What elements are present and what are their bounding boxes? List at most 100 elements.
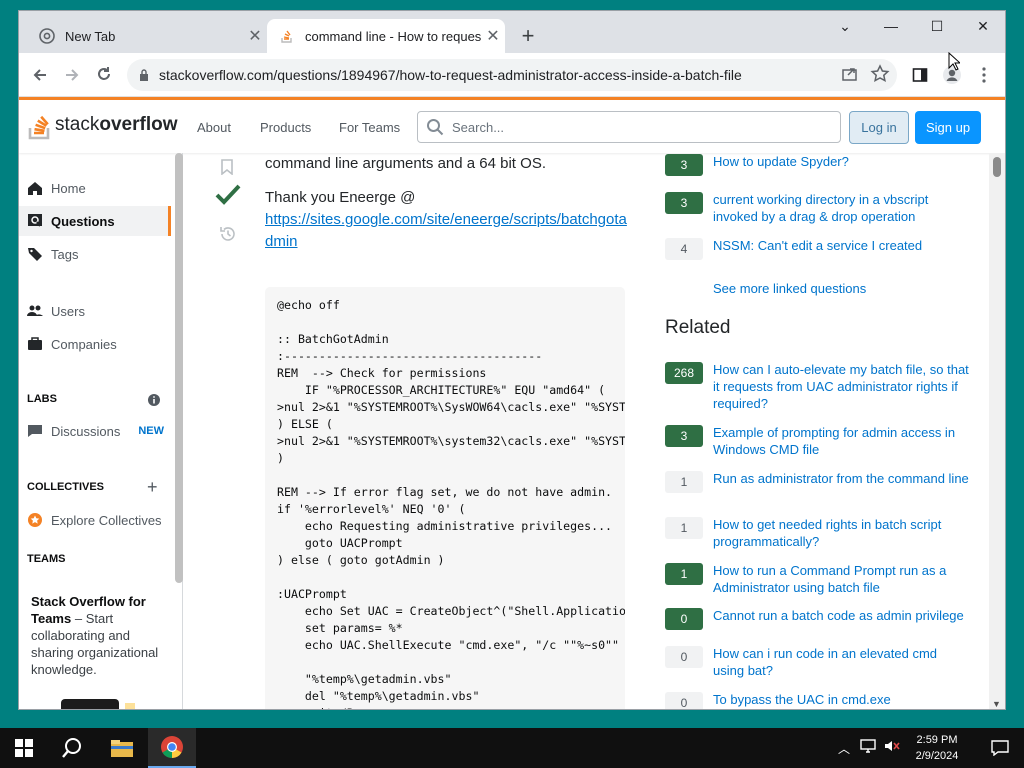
related-question-title[interactable]: How can i run code in an elevated cmd us… [713,645,969,679]
sidebar-item-label: Home [51,180,86,196]
sidebar-item-label: Companies [51,336,117,352]
sidebar-item-companies[interactable]: Companies [19,329,171,359]
home-icon [27,180,43,196]
related-heading: Related [665,317,731,338]
tray-chevron-up-icon[interactable]: ︿ [838,740,850,757]
search-icon [426,118,444,136]
tab-search-icon[interactable]: ⌄ [822,11,868,41]
close-window-icon[interactable]: ✕ [960,11,1005,41]
clock-time: 2:59 PM [916,734,958,746]
mouse-cursor-icon [948,51,962,77]
system-tray: ︿ [838,728,900,768]
bookmark-icon[interactable] [221,159,233,180]
windows-taskbar: ︿ 2:59 PM 2/9/2024 [0,728,1024,768]
taskbar-search-icon[interactable] [48,728,96,768]
related-question-title[interactable]: To bypass the UAC in cmd.exe [713,691,969,708]
sidebar-item-explore-collectives[interactable]: Explore Collectives [19,505,171,535]
share-icon[interactable] [839,63,861,88]
related-question-title[interactable]: How to get needed rights in batch script… [713,516,969,550]
close-tab-icon[interactable]: ✕ [481,26,505,46]
forward-icon[interactable] [59,62,85,88]
code-block[interactable]: @echo off :: BatchGotAdmin :------------… [265,287,625,709]
linked-question-title[interactable]: NSSM: Can't edit a service I created [713,237,969,254]
labs-heading: LABS [27,393,57,405]
notifications-icon[interactable] [976,728,1024,768]
nav-products[interactable]: Products [260,120,311,135]
sidebar-item-tags[interactable]: Tags [19,239,171,269]
answer-count-badge: 3 [665,154,703,176]
bookmark-star-icon[interactable] [869,63,891,88]
file-explorer-icon[interactable] [98,728,146,768]
page-scrollbar[interactable]: ▼ [989,153,1005,709]
answer-count-badge: 4 [665,238,703,260]
stackoverflow-favicon-icon [279,28,295,44]
scroll-down-arrow-icon[interactable]: ▼ [992,699,1001,709]
sidebar-item-label: Users [51,303,85,319]
answer-count-badge: 0 [665,692,703,709]
nav-for-teams[interactable]: For Teams [339,120,400,135]
left-sidebar: Home Questions Tags Users Companies LABS [19,153,183,709]
new-tab-button[interactable]: + [515,23,541,49]
back-icon[interactable] [27,62,53,88]
tab-new-tab[interactable]: New Tab ✕ [27,19,267,53]
related-question-title[interactable]: Run as administrator from the command li… [713,470,969,487]
sidebar-item-home[interactable]: Home [19,173,171,203]
tag-icon [27,246,43,262]
maximize-icon[interactable]: ☐ [914,11,960,41]
answer-count-badge: 1 [665,563,703,585]
browser-window: New Tab ✕ command line - How to request … [18,10,1006,710]
taskbar-clock[interactable]: 2:59 PM 2/9/2024 [902,732,972,764]
see-more-linked-link[interactable]: See more linked questions [713,281,866,296]
close-tab-icon[interactable]: ✕ [243,26,267,46]
volume-muted-icon[interactable] [884,739,900,758]
side-panel-icon[interactable] [907,62,933,88]
new-badge: NEW [138,425,164,437]
related-question-title[interactable]: How to run a Command Prompt run as a Adm… [713,562,969,596]
sidebar-scrollbar[interactable] [175,153,183,583]
sidebar-item-label: Discussions [51,423,121,439]
logo-text-stack: stack [55,114,100,135]
related-question-title[interactable]: Example of prompting for admin access in… [713,424,969,458]
nav-about[interactable]: About [197,120,231,135]
add-collective-icon[interactable]: + [147,477,158,498]
address-bar[interactable]: stackoverflow.com/questions/1894967/how-… [127,59,897,91]
related-question-title[interactable]: Cannot run a batch code as admin privile… [713,607,969,624]
teams-promo-decoration [125,703,135,709]
page-scrollbar-thumb[interactable] [993,157,1001,177]
sidebar-item-users[interactable]: Users [19,296,171,326]
tab-stackoverflow[interactable]: command line - How to request ✕ [267,19,505,53]
answer-count-badge: 1 [665,517,703,539]
clock-date: 2/9/2024 [915,750,959,762]
tab-title: command line - How to request [305,28,481,44]
windows-logo-icon [15,739,33,757]
network-icon[interactable] [860,738,876,758]
start-button[interactable] [0,728,48,768]
info-icon[interactable] [147,393,161,412]
linked-question-title[interactable]: current working directory in a vbscript … [713,191,969,225]
lock-icon [139,69,149,81]
signup-button[interactable]: Sign up [915,111,981,144]
site-search-input[interactable]: Search... [417,111,841,143]
history-icon[interactable] [219,225,237,248]
login-button[interactable]: Log in [849,111,909,144]
so-topbar: stack overflow About Products For Teams S… [19,97,1005,153]
sidebar-item-questions[interactable]: Questions [19,206,171,236]
answer-thanks: Thank you Eneerge @ [265,189,416,206]
accepted-checkmark-icon [215,183,241,210]
questions-icon [27,213,43,229]
answer-count-badge: 0 [665,646,703,668]
search-placeholder: Search... [452,119,505,135]
teams-heading: TEAMS [27,553,66,565]
menu-kebab-icon[interactable] [971,62,997,88]
linked-question-title[interactable]: How to update Spyder? [713,153,969,170]
batchgotadmin-link[interactable]: https://sites.google.com/site/eneerge/sc… [265,211,627,250]
chrome-taskbar-icon[interactable] [148,728,196,768]
stackoverflow-page: stack overflow About Products For Teams S… [19,97,1005,709]
reload-icon[interactable] [91,62,117,88]
browser-toolbar: stackoverflow.com/questions/1894967/how-… [19,53,1005,97]
answer-count-badge: 3 [665,425,703,447]
minimize-icon[interactable]: — [868,11,914,41]
related-question-title[interactable]: How can I auto-elevate my batch file, so… [713,361,969,412]
stackoverflow-logo[interactable]: stack overflow [27,110,177,140]
users-icon [27,303,43,319]
